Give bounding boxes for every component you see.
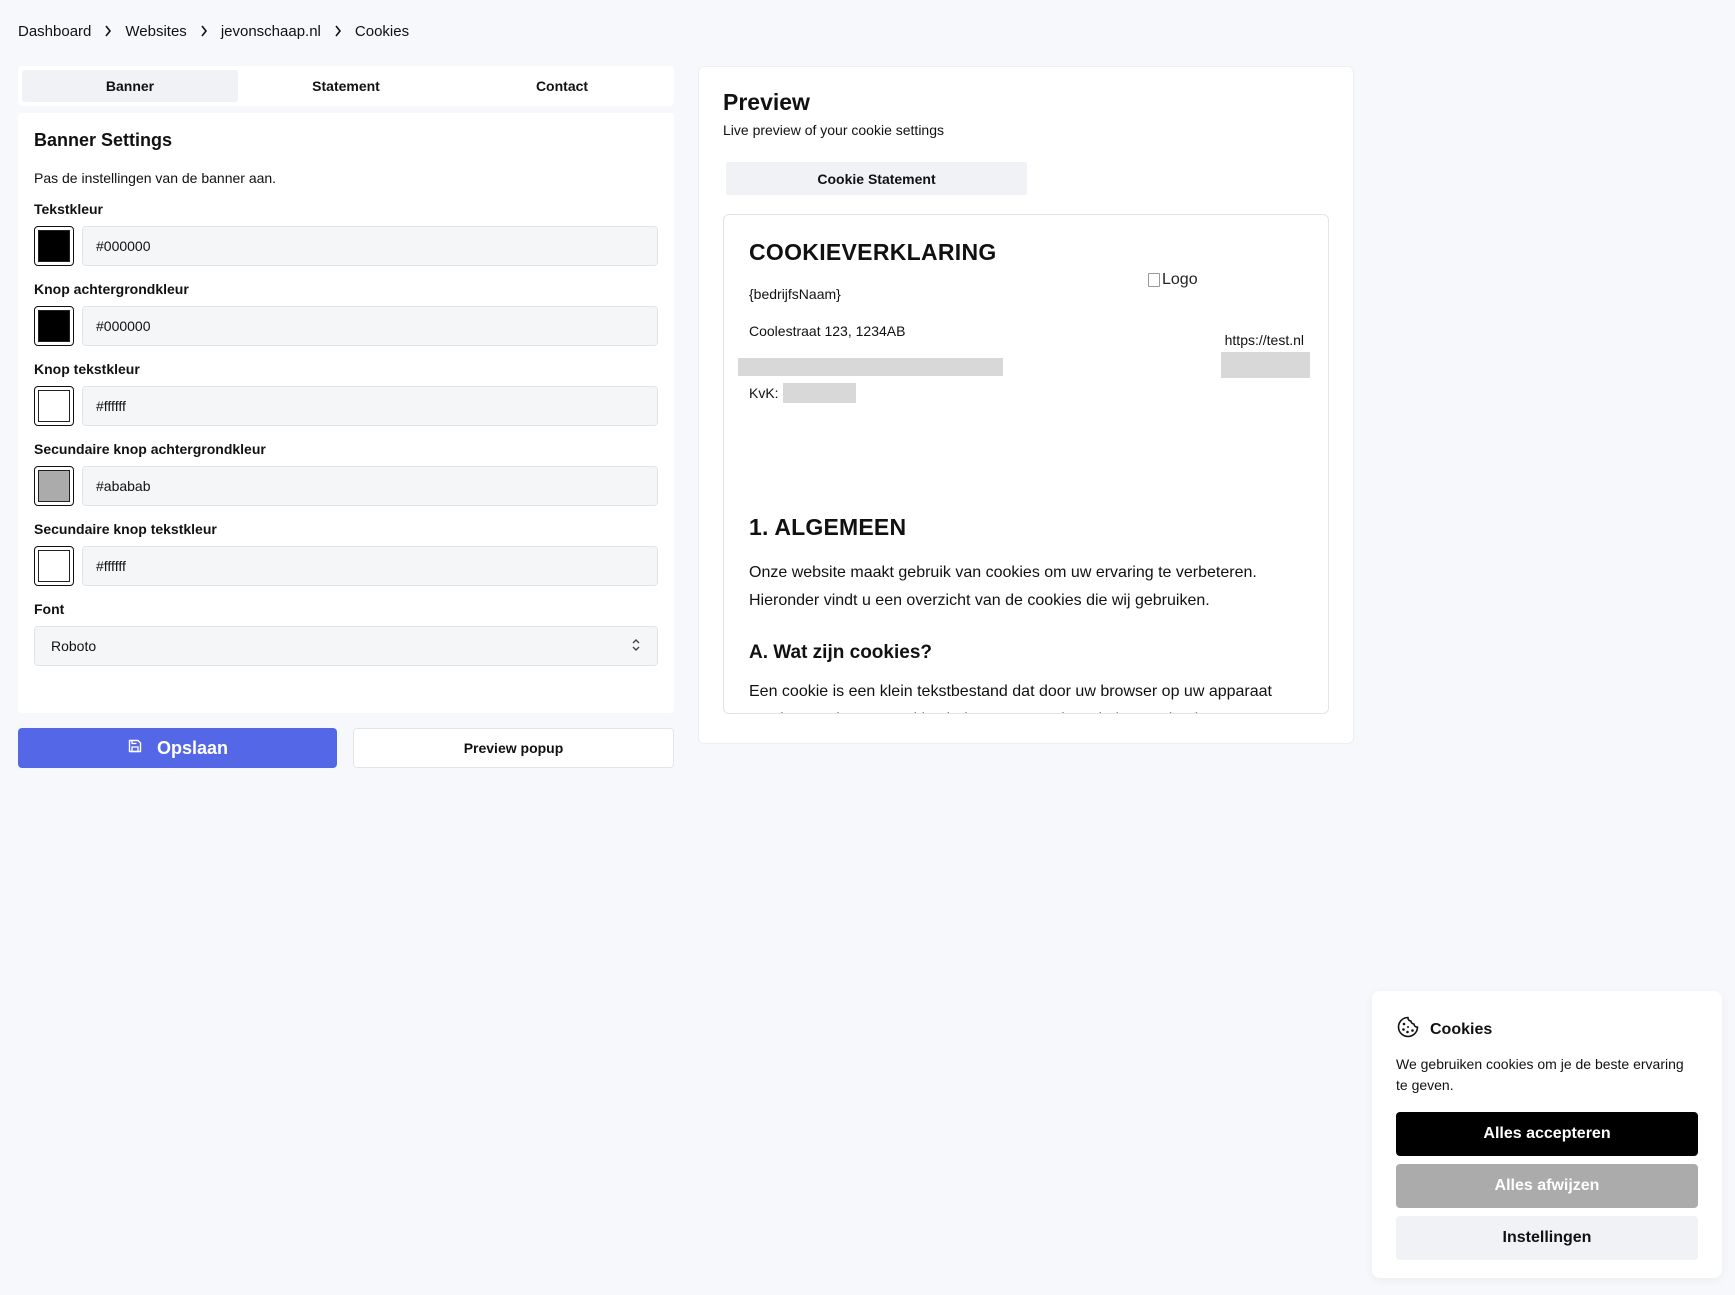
kvk-line: KvK:: [749, 383, 856, 403]
tab-banner[interactable]: Banner: [22, 70, 238, 102]
font-select[interactable]: Roboto: [34, 626, 658, 666]
field-label: Secundaire knop achtergrondkleur: [34, 441, 266, 457]
company-name: {bedrijfsNaam}: [749, 286, 841, 302]
section-text-general: Onze website maakt gebruik van cookies o…: [749, 564, 1257, 609]
field-button-bg-color: Knop achtergrondkleur: [34, 281, 658, 346]
save-button[interactable]: Opslaan: [18, 728, 337, 768]
field-button-text-color: Knop tekstkleur: [34, 361, 658, 426]
redacted-block: [1221, 352, 1310, 378]
card-description: Pas de instellingen van de banner aan.: [34, 170, 277, 186]
cookie-settings-button[interactable]: Instellingen: [1396, 1216, 1698, 1260]
save-icon: [127, 738, 143, 759]
banner-settings-card: Banner Settings Pas de instellingen van …: [18, 113, 674, 713]
tab-cookie-statement[interactable]: Cookie Statement: [726, 162, 1027, 195]
logo-image: Logo: [1148, 271, 1198, 289]
reject-all-button[interactable]: Alles afwijzen: [1396, 1164, 1698, 1208]
secondary-bg-color-input[interactable]: [82, 466, 658, 506]
breadcrumb: Dashboard Websites jevonschaap.nl Cookie…: [18, 22, 409, 40]
font-select-value: Roboto: [51, 638, 97, 654]
secondary-text-color-input[interactable]: [82, 546, 658, 586]
color-swatch[interactable]: [34, 226, 74, 266]
preview-card: Preview Live preview of your cookie sett…: [698, 66, 1354, 744]
field-secondary-bg-color: Secundaire knop achtergrondkleur: [34, 441, 658, 506]
redacted-block: [738, 358, 1003, 376]
field-label: Knop tekstkleur: [34, 361, 140, 377]
cookie-banner-text: We gebruiken cookies om je de beste erva…: [1396, 1056, 1684, 1093]
card-title: Banner Settings: [34, 130, 173, 150]
breadcrumb-website[interactable]: jevonschaap.nl: [221, 23, 321, 40]
breadcrumb-dashboard[interactable]: Dashboard: [18, 23, 91, 40]
chevron-right-icon: [91, 22, 125, 40]
preview-subtitle: Live preview of your cookie settings: [723, 122, 944, 138]
section-title-general: 1. ALGEMEEN: [749, 514, 907, 540]
preview-popup-button[interactable]: Preview popup: [353, 728, 674, 768]
cookie-banner-title: Cookies: [1430, 1020, 1493, 1038]
field-label: Tekstkleur: [34, 201, 103, 217]
preview-title: Preview: [723, 89, 810, 115]
field-text-color: Tekstkleur: [34, 201, 658, 266]
redacted-block: [782, 383, 856, 403]
company-address: Coolestraat 123, 1234AB: [749, 323, 906, 339]
color-swatch[interactable]: [34, 466, 74, 506]
field-font: Font Roboto: [34, 601, 658, 666]
button-text-color-input[interactable]: [82, 386, 658, 426]
settings-column: Banner Statement Contact Banner Settings…: [18, 66, 674, 768]
tab-contact[interactable]: Contact: [454, 70, 670, 102]
button-bg-color-input[interactable]: [82, 306, 658, 346]
field-label: Secundaire knop tekstkleur: [34, 521, 217, 537]
breadcrumb-cookies: Cookies: [354, 22, 410, 40]
field-label: Knop achtergrondkleur: [34, 281, 189, 297]
statement-heading: COOKIEVERKLARING: [749, 239, 997, 265]
chevron-right-icon: [187, 22, 221, 40]
action-bar: Opslaan Preview popup: [18, 728, 674, 768]
cookie-banner: Cookies We gebruiken cookies om je de be…: [1372, 991, 1722, 1278]
chevron-right-icon: [321, 22, 355, 40]
breadcrumb-websites[interactable]: Websites: [125, 23, 186, 40]
color-swatch[interactable]: [34, 306, 74, 346]
accept-all-button[interactable]: Alles accepteren: [1396, 1112, 1698, 1156]
field-label: Font: [34, 601, 65, 617]
chevron-up-down-icon: [631, 638, 641, 655]
cookie-icon: [1396, 1015, 1420, 1044]
tab-statement[interactable]: Statement: [238, 70, 454, 102]
logo-alt-text: Logo: [1162, 271, 1198, 288]
kvk-label: KvK:: [749, 385, 779, 401]
save-button-label: Opslaan: [156, 737, 229, 758]
company-url: https://test.nl: [1224, 332, 1304, 348]
section-text-what-are-cookies: Een cookie is een klein tekstbestand dat…: [749, 683, 1272, 713]
text-color-input[interactable]: [82, 226, 658, 266]
settings-tabs: Banner Statement Contact: [18, 66, 674, 106]
color-swatch[interactable]: [34, 386, 74, 426]
color-swatch[interactable]: [34, 546, 74, 586]
field-secondary-text-color: Secundaire knop tekstkleur: [34, 521, 658, 586]
section-title-what-are-cookies: A. Wat zijn cookies?: [749, 642, 932, 663]
cookie-statement-preview: COOKIEVERKLARING Logo {bedrijfsNaam} Coo…: [723, 214, 1329, 714]
broken-image-icon: [1148, 273, 1160, 287]
